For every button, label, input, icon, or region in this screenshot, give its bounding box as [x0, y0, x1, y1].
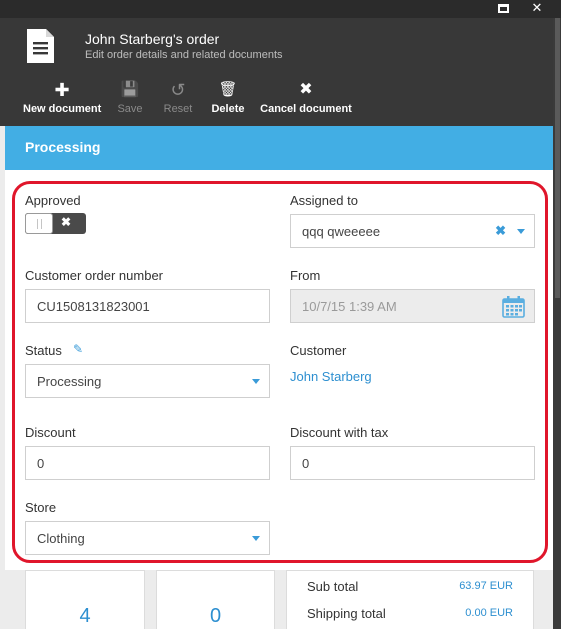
scrollbar-thumb[interactable] [555, 18, 560, 298]
assigned-to-select[interactable]: qqq qweeeee ✖ [290, 214, 535, 248]
delete-button[interactable]: 🗑 Delete [207, 78, 249, 126]
stat-value-first: 4 [79, 605, 91, 627]
reset-button[interactable]: ↺ Reset [158, 78, 198, 126]
shipping-total-value: 0.00 EUR [465, 607, 513, 619]
discount-with-tax-input[interactable]: 0 [290, 446, 535, 480]
customer-order-number-label: Customer order number [25, 268, 163, 283]
from-label: From [290, 268, 321, 283]
approved-label: Approved [25, 193, 81, 208]
customer-link[interactable]: John Starberg [290, 369, 372, 384]
store-label: Store [25, 500, 57, 515]
customer-label: Customer [290, 343, 347, 358]
delete-label: Delete [211, 103, 245, 115]
toggle-knob[interactable] [25, 213, 53, 234]
totals-widget: Sub total 63.97 EUR Shipping total 0.00 … [286, 570, 534, 629]
sub-total-value: 63.97 EUR [459, 580, 513, 592]
save-label: Save [117, 103, 143, 115]
pencil-icon[interactable]: ✎ [73, 342, 83, 356]
from-date-value: 10/7/15 1:39 AM [302, 299, 397, 314]
toggle-off-icon: ✖ [61, 215, 72, 229]
save-button[interactable]: 💾 Save [111, 78, 149, 126]
assigned-to-label: Assigned to [290, 193, 358, 208]
chevron-down-icon [252, 379, 260, 384]
save-icon: 💾 [120, 81, 140, 98]
window-titlebar [0, 0, 561, 18]
calendar-icon[interactable] [502, 295, 525, 318]
from-date-input[interactable]: 10/7/15 1:39 AM [290, 289, 535, 323]
page-subtitle: Edit order details and related documents [85, 49, 283, 61]
discount-value: 0 [37, 456, 45, 471]
cancel-icon: ✖ [299, 81, 313, 98]
chevron-down-icon [517, 229, 525, 234]
status-label: Status [25, 343, 62, 358]
plus-icon: ✚ [54, 80, 70, 100]
discount-with-tax-value: 0 [302, 456, 310, 471]
discount-label: Discount [25, 425, 76, 440]
stat-widget-second[interactable]: 0 [156, 570, 275, 629]
close-icon: ✕ [531, 0, 543, 15]
new-document-label: New document [23, 103, 102, 115]
cancel-document-label: Cancel document [260, 103, 352, 115]
document-icon [27, 29, 54, 63]
stat-widget-first[interactable]: 4 [25, 570, 145, 629]
status-banner: Processing [5, 126, 553, 170]
approved-toggle[interactable]: ✖ [25, 213, 86, 234]
reset-label: Reset [163, 103, 193, 115]
blade-header: John Starberg's order Edit order details… [0, 18, 553, 78]
discount-input[interactable]: 0 [25, 446, 270, 480]
store-select[interactable]: Clothing [25, 521, 270, 555]
shipping-total-label: Shipping total [307, 606, 386, 621]
page-title: John Starberg's order [85, 31, 220, 47]
status-value: Processing [37, 374, 102, 389]
status-select[interactable]: Processing [25, 364, 270, 398]
toolbar: ✚ New document 💾 Save ↺ Reset 🗑 Delete ✖… [0, 78, 553, 126]
customer-order-number-input[interactable]: CU1508131823001 [25, 289, 270, 323]
trash-icon: 🗑 [218, 81, 238, 98]
sub-total-label: Sub total [307, 579, 359, 594]
discount-with-tax-label: Discount with tax [290, 425, 389, 440]
new-document-button[interactable]: ✚ New document [23, 78, 101, 126]
status-banner-text: Processing [25, 139, 101, 155]
maximize-icon [497, 4, 509, 13]
maximize-button[interactable] [488, 0, 518, 18]
stat-value-second: 0 [209, 605, 222, 627]
assigned-to-value: qqq qweeeee [302, 224, 381, 239]
cancel-document-button[interactable]: ✖ Cancel document [260, 78, 352, 126]
close-window-button[interactable]: ✕ [522, 0, 552, 18]
clear-icon[interactable]: ✖ [495, 223, 506, 239]
store-value: Clothing [37, 531, 85, 546]
customer-order-number-value: CU1508131823001 [37, 299, 150, 314]
reset-icon: ↺ [170, 80, 186, 100]
chevron-down-icon [252, 536, 260, 541]
